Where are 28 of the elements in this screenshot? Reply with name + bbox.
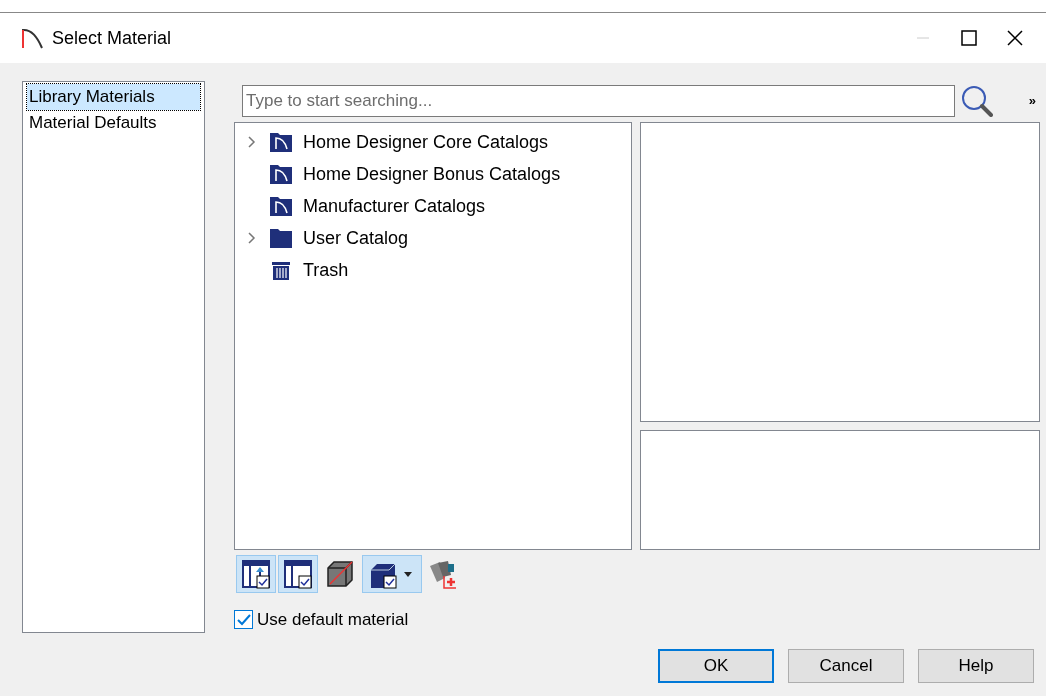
- dialog-button[interactable]: Cancel: [788, 649, 904, 683]
- sidebar-item[interactable]: Library Materials: [27, 84, 200, 110]
- checkbox-label: Use default material: [257, 609, 409, 631]
- expand-icon[interactable]: [247, 135, 257, 149]
- catalog-folder-icon: [269, 194, 293, 218]
- dialog-button[interactable]: Help: [918, 649, 1034, 683]
- maximize-icon: [961, 30, 977, 46]
- tree-item[interactable]: Trash: [303, 256, 349, 284]
- column-up-button[interactable]: [236, 555, 276, 593]
- tree-item[interactable]: Home Designer Core Catalogs: [303, 128, 549, 156]
- tree-item[interactable]: Manufacturer Catalogs: [303, 192, 486, 220]
- tree-item[interactable]: User Catalog: [303, 224, 409, 252]
- catalog-folder-icon: [269, 162, 293, 186]
- folder-icon: [269, 226, 293, 250]
- app-logo-icon: [20, 26, 44, 50]
- cube-dropdown-button[interactable]: [362, 555, 422, 593]
- sidebar-item[interactable]: Material Defaults: [27, 110, 200, 136]
- search-icon[interactable]: [961, 85, 993, 117]
- column-check-button[interactable]: [278, 555, 318, 593]
- dialog-button[interactable]: OK: [658, 649, 774, 683]
- window-title: Select Material: [52, 26, 172, 50]
- close-icon: [1007, 30, 1023, 46]
- checkbox[interactable]: [234, 610, 253, 630]
- search-field[interactable]: Type to start searching...: [242, 85, 955, 117]
- expand-icon[interactable]: [247, 231, 257, 245]
- tree-item[interactable]: Home Designer Bonus Catalogs: [303, 160, 561, 188]
- more-button[interactable]: »: [1028, 91, 1036, 111]
- catalog-folder-icon: [269, 130, 293, 154]
